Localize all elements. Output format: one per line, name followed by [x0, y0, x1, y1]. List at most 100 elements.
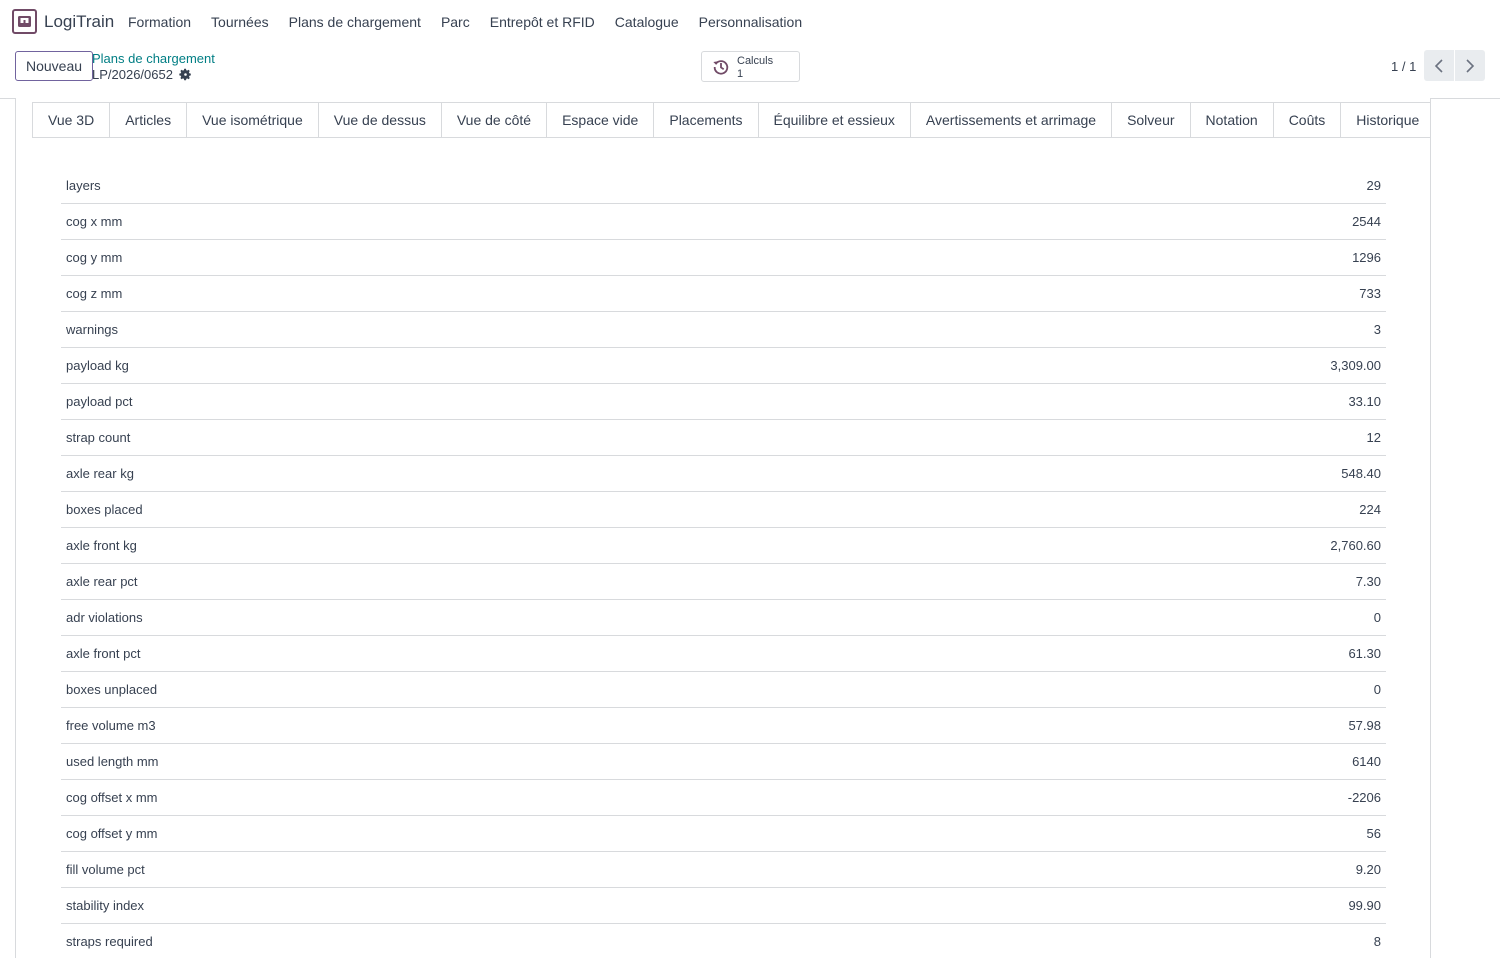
table-row: boxes unplaced 0 [61, 672, 1386, 708]
smart-button-value: 1 [737, 68, 744, 80]
menu-item[interactable]: Tournées [201, 14, 279, 30]
indicator-label: layers [66, 178, 101, 193]
table-row: payload pct 33.10 [61, 384, 1386, 420]
tab-equilibre-et-essieux[interactable]: Équilibre et essieux [757, 102, 911, 137]
table-row: adr violations 0 [61, 600, 1386, 636]
indicators-table: layers 29 cog x mm 2544 cog y mm 1296 cog z mm… [61, 168, 1386, 958]
table-row: free volume m3 57.98 [61, 708, 1386, 744]
chevron-left-icon [1434, 58, 1443, 73]
notebook-tabs: Vue 3D Articles Vue isométrique Vue de dess… [32, 102, 1430, 138]
indicator-label: free volume m3 [66, 718, 156, 733]
table-row: strap count 12 [61, 420, 1386, 456]
indicator-label: cog offset x mm [66, 790, 158, 805]
indicator-value: 0 [1373, 682, 1381, 697]
indicator-value: 2,760.60 [1330, 538, 1381, 553]
indicator-label: cog offset y mm [66, 826, 158, 841]
indicator-value: 9.20 [1355, 862, 1381, 877]
pager-next-button[interactable] [1455, 50, 1485, 81]
indicator-value: 99.90 [1348, 898, 1381, 913]
indicator-label: straps required [66, 934, 153, 949]
tab-vue-de-cote[interactable]: Vue de côté [440, 102, 548, 137]
tab-solveur[interactable]: Solveur [1111, 102, 1191, 137]
indicator-label: strap count [66, 430, 131, 445]
main-menu: Formation Tournées Plans de chargement Parc… [118, 14, 812, 30]
indicator-value: 56 [1366, 826, 1381, 841]
table-row: cog z mm 733 [61, 276, 1386, 312]
table-row: cog y mm 1296 [61, 240, 1386, 276]
indicator-label: fill volume pct [66, 862, 145, 877]
indicator-value: 3,309.00 [1330, 358, 1381, 373]
table-row: cog offset y mm 56 [61, 816, 1386, 852]
menu-item[interactable]: Formation [118, 14, 201, 30]
pager-value[interactable]: 1 / 1 [1391, 59, 1416, 74]
indicator-value: 7.30 [1355, 574, 1381, 589]
gear-icon[interactable] [179, 68, 192, 81]
table-row: cog x mm 2544 [61, 204, 1386, 240]
tab-vue-3d[interactable]: Vue 3D [32, 102, 111, 137]
smart-button-label: Calculs [737, 55, 774, 67]
indicator-value: -2206 [1347, 790, 1381, 805]
tab-historique[interactable]: Historique [1340, 102, 1430, 137]
new-button[interactable]: Nouveau [15, 51, 94, 81]
indicator-value: 33.10 [1348, 394, 1381, 409]
indicator-value: 3 [1373, 322, 1381, 337]
menu-item[interactable]: Entrepôt et RFID [480, 14, 605, 30]
indicator-value: 2544 [1352, 214, 1381, 229]
app-name[interactable]: LogiTrain [44, 12, 114, 32]
indicator-label: axle front pct [66, 646, 141, 661]
calculs-smart-button[interactable]: Calculs 1 [701, 51, 800, 82]
indicator-label: used length mm [66, 754, 159, 769]
tab-avertissements-et-arrimage[interactable]: Avertissements et arrimage [909, 102, 1113, 137]
tab-espace-vide[interactable]: Espace vide [546, 102, 655, 137]
table-row: cog offset x mm -2206 [61, 780, 1386, 816]
menu-item[interactable]: Parc [431, 14, 480, 30]
indicator-label: axle front kg [66, 538, 137, 553]
menu-item[interactable]: Personnalisation [689, 14, 813, 30]
breadcrumb-link[interactable]: Plans de chargement [92, 51, 215, 66]
indicator-value: 548.40 [1341, 466, 1381, 481]
indicator-label: axle rear pct [66, 574, 138, 589]
table-row: straps required 8 [61, 924, 1386, 958]
chevron-right-icon [1466, 58, 1475, 73]
indicator-label: axle rear kg [66, 466, 134, 481]
record-name: LP/2026/0652 [92, 67, 173, 82]
indicator-value: 733 [1359, 286, 1381, 301]
indicator-value: 57.98 [1348, 718, 1381, 733]
table-row: boxes placed 224 [61, 492, 1386, 528]
indicator-label: cog x mm [66, 214, 123, 229]
tab-articles[interactable]: Articles [109, 102, 188, 137]
pager-previous-button[interactable] [1424, 50, 1454, 81]
indicator-value: 224 [1359, 502, 1381, 517]
indicator-value: 12 [1366, 430, 1381, 445]
control-panel: Nouveau Plans de chargement LP/2026/0652… [0, 44, 1500, 99]
indicator-label: adr violations [66, 610, 143, 625]
table-row: fill volume pct 9.20 [61, 852, 1386, 888]
table-row: stability index 99.90 [61, 888, 1386, 924]
tab-couts[interactable]: Coûts [1272, 102, 1342, 137]
table-row: layers 29 [61, 168, 1386, 204]
tab-notation[interactable]: Notation [1189, 102, 1274, 137]
history-icon [713, 60, 729, 75]
menu-item[interactable]: Catalogue [605, 14, 689, 30]
tab-vue-de-dessus[interactable]: Vue de dessus [317, 102, 442, 137]
table-row: axle front kg 2,760.60 [61, 528, 1386, 564]
indicator-value: 8 [1373, 934, 1381, 949]
table-row: warnings 3 [61, 312, 1386, 348]
table-row: used length mm 6140 [61, 744, 1386, 780]
indicator-label: boxes unplaced [66, 682, 158, 697]
indicator-label: cog z mm [66, 286, 123, 301]
app-logo-icon[interactable] [12, 9, 37, 34]
indicator-label: payload kg [66, 358, 129, 373]
tab-placements[interactable]: Placements [653, 102, 759, 137]
indicator-label: cog y mm [66, 250, 123, 265]
indicator-value: 61.30 [1348, 646, 1381, 661]
table-row: axle rear kg 548.40 [61, 456, 1386, 492]
tab-vue-isometrique[interactable]: Vue isométrique [186, 102, 319, 137]
table-row: payload kg 3,309.00 [61, 348, 1386, 384]
form-sheet: Vue 3D Articles Vue isométrique Vue de dess… [15, 98, 1431, 958]
indicator-value: 1296 [1352, 250, 1381, 265]
indicator-label: payload pct [66, 394, 133, 409]
indicator-value: 29 [1366, 178, 1381, 193]
menu-item[interactable]: Plans de chargement [279, 14, 431, 30]
indicator-value: 0 [1373, 610, 1381, 625]
